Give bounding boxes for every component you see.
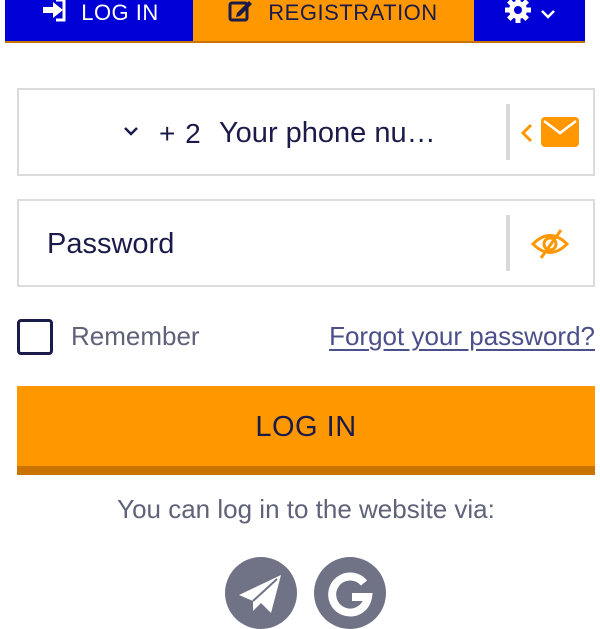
field-divider xyxy=(506,215,510,271)
sign-in-icon xyxy=(39,0,67,28)
tab-registration[interactable]: REGISTRATION xyxy=(195,0,471,41)
phone-field: + 2 xyxy=(17,88,595,176)
password-input[interactable] xyxy=(47,223,477,265)
login-button[interactable]: LOG IN xyxy=(17,386,595,475)
country-chevron-down-icon[interactable] xyxy=(122,124,140,143)
telegram-icon xyxy=(225,557,297,629)
tab-registration-label: REGISTRATION xyxy=(268,0,438,25)
google-login-button[interactable] xyxy=(314,557,386,629)
forgot-password-link[interactable]: Forgot your password? xyxy=(329,321,595,352)
password-field xyxy=(17,199,595,287)
phone-input[interactable] xyxy=(219,112,459,154)
field-divider xyxy=(506,104,510,160)
auth-tabbar: LOG IN REGISTRATION xyxy=(5,0,585,43)
envelope-icon[interactable] xyxy=(541,117,579,152)
telegram-login-button[interactable] xyxy=(225,557,297,629)
gear-icon xyxy=(504,0,532,30)
chevron-left-icon[interactable] xyxy=(519,122,535,149)
eye-slash-icon[interactable] xyxy=(530,229,570,264)
tab-login-label: LOG IN xyxy=(81,0,159,25)
tab-settings[interactable] xyxy=(474,0,585,41)
chevron-down-icon xyxy=(540,0,556,26)
social-login-caption: You can log in to the website via: xyxy=(117,494,495,524)
country-code[interactable]: + 2 xyxy=(159,118,202,150)
remember-label[interactable]: Remember xyxy=(71,321,200,352)
remember-checkbox[interactable] xyxy=(17,319,53,355)
edit-icon xyxy=(228,0,254,28)
tab-login[interactable]: LOG IN xyxy=(5,0,193,41)
google-icon xyxy=(314,557,386,629)
